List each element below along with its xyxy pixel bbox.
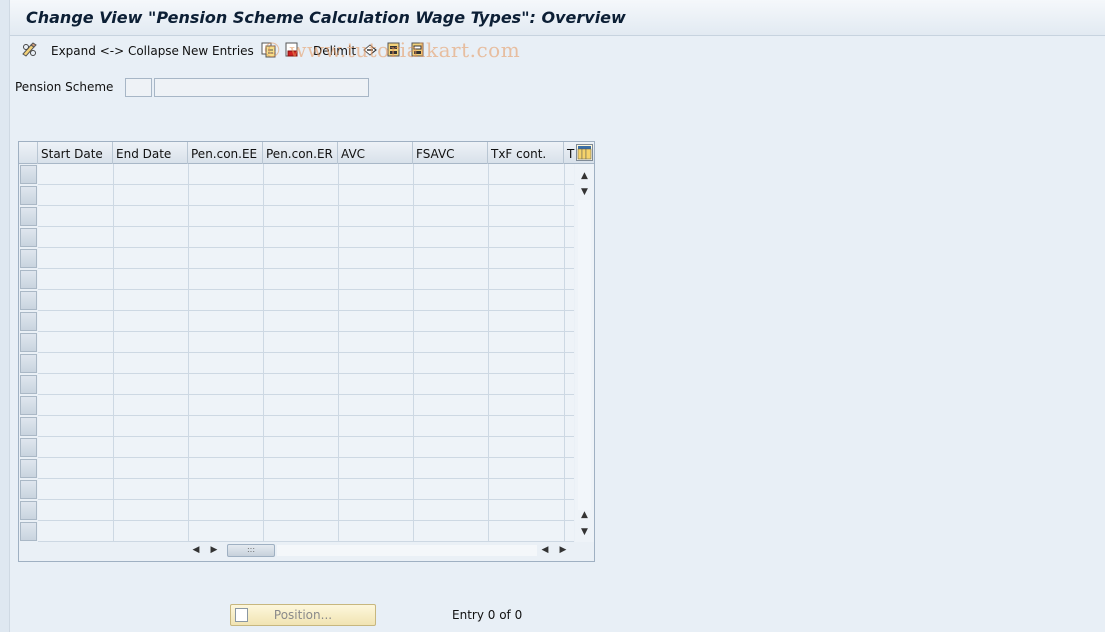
column-header-avc[interactable]: AVC [338,142,413,164]
table-column-divider [188,164,189,542]
page-title: Change View "Pension Scheme Calculation … [26,8,626,27]
table-settings-icon[interactable] [576,144,593,161]
vertical-scroll-track[interactable] [578,200,591,510]
vertical-scrollbar[interactable]: ▲ ▼ ▲ ▼ [575,164,594,542]
row-selector[interactable] [20,249,37,268]
column-header-start-date[interactable]: Start Date [38,142,113,164]
table-column-divider [413,164,414,542]
table-row-divider [38,499,574,500]
table-row-divider [38,457,574,458]
position-button-label: Position... [273,608,333,622]
table-row-divider [38,289,574,290]
table-row-divider [38,478,574,479]
horizontal-scrollbar[interactable]: ◀ ▶ ::: ◀ ▶ [189,542,574,559]
entry-count: Entry 0 of 0 [452,608,523,622]
pension-scheme-text-field [154,78,369,97]
row-selector[interactable] [20,375,37,394]
row-selector[interactable] [20,459,37,478]
scroll-page-up-icon[interactable]: ▲ [575,509,594,521]
application-toolbar: Expand <-> Collapse New Entries Delimit [10,37,1105,67]
row-selector[interactable] [20,207,37,226]
wage-types-table: Start Date End Date Pen.con.EE Pen.con.E… [18,141,595,562]
table-header: Start Date End Date Pen.con.EE Pen.con.E… [19,142,594,164]
column-header-pen-con-er[interactable]: Pen.con.ER [263,142,338,164]
row-selector[interactable] [20,186,37,205]
scroll-page-down-icon[interactable]: ▼ [575,186,594,198]
row-selector[interactable] [20,417,37,436]
table-column-divider [564,164,565,542]
table-row-divider [38,247,574,248]
scroll-right-arrow-icon[interactable]: ▶ [207,544,221,556]
table-row-divider [38,394,574,395]
table-row-divider [38,310,574,311]
table-row-divider [38,268,574,269]
scroll-down-arrow-icon[interactable]: ▼ [575,526,594,538]
horizontal-scroll-track[interactable] [277,545,537,556]
row-selector[interactable] [20,396,37,415]
table-column-divider [113,164,114,542]
table-row-divider [38,352,574,353]
row-selector[interactable] [20,522,37,541]
table-row-divider [38,415,574,416]
table-column-divider [263,164,264,542]
column-header-t[interactable]: T [564,142,575,164]
pension-scheme-input[interactable] [125,78,152,97]
horizontal-scroll-thumb[interactable]: ::: [227,544,275,557]
watermark: © www.tutorialkart.com [262,38,521,62]
row-selector[interactable] [20,270,37,289]
pension-scheme-label: Pension Scheme [15,80,114,94]
table-row-divider [38,205,574,206]
row-selector[interactable] [20,291,37,310]
column-header-end-date[interactable]: End Date [113,142,188,164]
row-selector[interactable] [20,333,37,352]
table-grid [38,164,574,542]
row-selector[interactable] [20,480,37,499]
title-bar: Change View "Pension Scheme Calculation … [10,0,1105,36]
table-row-divider [38,226,574,227]
scroll-up-arrow-icon[interactable]: ▲ [575,170,594,182]
row-selector[interactable] [20,354,37,373]
row-selector[interactable] [20,501,37,520]
table-column-divider [338,164,339,542]
position-icon [235,608,248,622]
table-row-divider [38,184,574,185]
row-selector[interactable] [20,228,37,247]
select-all-rows-corner[interactable] [19,142,38,164]
column-header-fsavc[interactable]: FSAVC [413,142,488,164]
table-row-divider [38,331,574,332]
scroll-far-right-icon[interactable]: ▶ [556,544,570,556]
new-entries-button[interactable]: New Entries [182,42,254,60]
position-button[interactable]: Position... [230,604,376,626]
left-border-strip [0,0,10,632]
expand-collapse-button[interactable]: Expand <-> Collapse [51,42,179,60]
scroll-far-left-icon[interactable]: ◀ [538,544,552,556]
row-selector-column [19,164,38,542]
column-header-pen-con-ee[interactable]: Pen.con.EE [188,142,263,164]
row-selector[interactable] [20,312,37,331]
table-row-divider [38,436,574,437]
table-column-divider [488,164,489,542]
table-row-divider [38,373,574,374]
scroll-left-arrow-icon[interactable]: ◀ [189,544,203,556]
table-row-divider [38,520,574,521]
display-change-icon[interactable] [21,42,39,60]
column-header-txf-cont[interactable]: TxF cont. [488,142,564,164]
row-selector[interactable] [20,165,37,184]
row-selector[interactable] [20,438,37,457]
